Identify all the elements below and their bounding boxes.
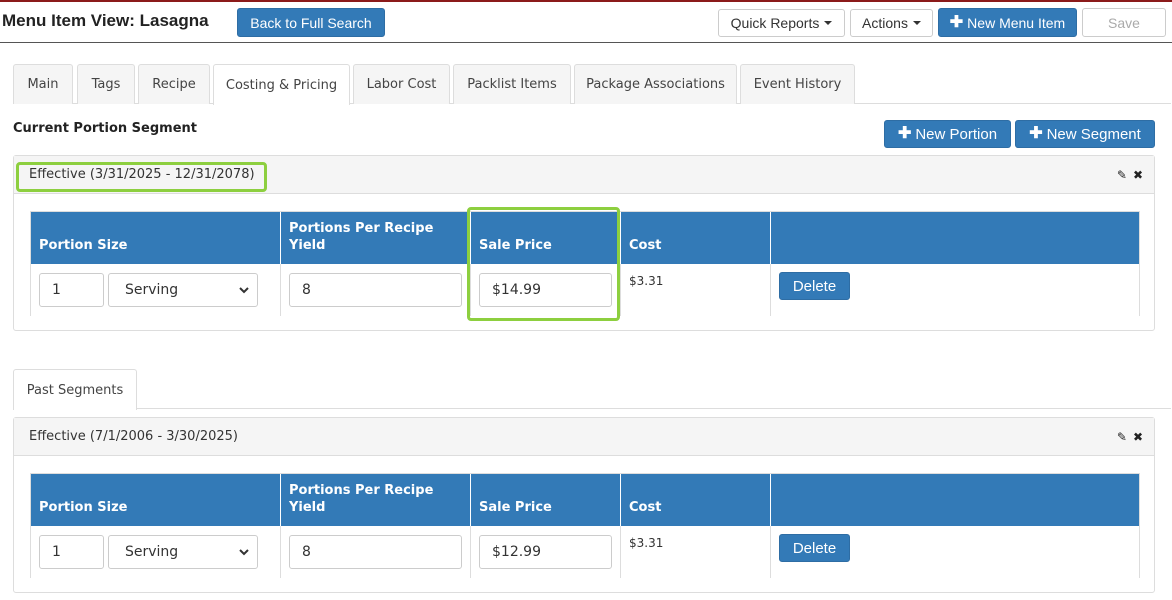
past-effective-range: Effective (7/1/2006 - 3/30/2025) [29,429,238,444]
new-portion-label: New Portion [915,125,998,143]
col-portions-per-yield: Portions Per Recipe Yield [281,474,471,526]
portion-unit-value: Serving [125,282,179,298]
col-sale-price: Sale Price [471,212,621,264]
cost-value: $3.31 [629,536,664,550]
table-row: 1 Serving 8 $14.99 $3.31 Delete [31,264,1139,316]
cost-cell: $3.31 [621,526,771,578]
back-to-search-label: Back to Full Search [250,14,372,31]
quick-reports-button[interactable]: Quick Reports [718,9,845,37]
tab-recipe[interactable]: Recipe [138,64,210,104]
tab-main[interactable]: Main [13,64,73,104]
delete-button[interactable]: Delete [779,272,850,300]
actions-cell: Delete [771,264,1141,316]
table-row: 1 Serving 8 $12.99 $3.31 Delete [31,526,1139,578]
page-header: Menu Item View: Lasagna Back to Full Sea… [0,2,1172,43]
table-header: Portion Size Portions Per Recipe Yield S… [31,212,1139,264]
col-portion-size: Portion Size [31,212,281,264]
back-to-search-button[interactable]: Back to Full Search [237,8,385,37]
sale-price-cell: $12.99 [471,526,621,578]
tab-labor-cost[interactable]: Labor Cost [353,64,450,104]
portion-size-cell: 1 Serving [31,264,281,316]
actions-cell: Delete [771,526,1141,578]
portion-qty-input[interactable]: 1 [39,273,104,307]
quick-reports-label: Quick Reports [730,15,820,31]
col-cost: Cost [621,212,771,264]
tab-package-associations[interactable]: Package Associations [574,64,737,104]
sale-price-cell: $14.99 [471,264,621,316]
portion-unit-value: Serving [125,544,179,560]
plus-icon: ✚ [897,125,912,142]
pencil-icon[interactable]: ✎ [1117,168,1127,182]
cost-value: $3.31 [629,274,664,288]
segment-actions: ✎ ✖ [1117,430,1143,444]
page-title: Menu Item View: Lasagna [2,11,209,30]
portion-qty-input[interactable]: 1 [39,535,104,569]
delete-label: Delete [792,277,837,295]
new-menu-item-label: New Menu Item [967,14,1066,31]
segment-actions: ✎ ✖ [1117,168,1143,182]
plus-icon: ✚ [1029,125,1043,142]
new-segment-button[interactable]: ✚ New Segment [1015,120,1155,148]
chevron-down-icon [239,287,249,294]
delete-label: Delete [792,539,837,557]
tab-packlist-items[interactable]: Packlist Items [453,64,571,104]
save-button[interactable]: Save [1082,8,1166,37]
current-portion-table: Portion Size Portions Per Recipe Yield S… [30,211,1140,316]
portions-per-yield-cell: 8 [281,264,471,316]
caret-down-icon [912,21,921,25]
current-segment-panel: Effective (3/31/2025 - 12/31/2078) ✎ ✖ P… [13,155,1155,331]
sale-price-input[interactable]: $14.99 [479,273,612,307]
portions-per-yield-input[interactable]: 8 [289,273,462,307]
cost-cell: $3.31 [621,264,771,316]
new-segment-label: New Segment [1046,125,1141,143]
tab-event-history[interactable]: Event History [740,64,855,104]
current-effective-range: Effective (3/31/2025 - 12/31/2078) [29,167,255,182]
past-segment-header: Effective (7/1/2006 - 3/30/2025) ✎ ✖ [14,418,1154,456]
new-menu-item-button[interactable]: ✚ New Menu Item [938,8,1077,37]
caret-down-icon [824,21,833,25]
portions-per-yield-input[interactable]: 8 [289,535,462,569]
col-cost: Cost [621,474,771,526]
tab-past-segments[interactable]: Past Segments [13,369,137,410]
save-label: Save [1108,14,1140,31]
current-segment-title: Current Portion Segment [13,121,197,136]
tab-tags[interactable]: Tags [77,64,135,104]
pencil-icon[interactable]: ✎ [1117,430,1127,444]
close-icon[interactable]: ✖ [1133,430,1143,444]
tab-bar: Main Tags Recipe Costing & Pricing Labor… [13,64,1171,105]
chevron-down-icon [239,549,249,556]
portion-size-cell: 1 Serving [31,526,281,578]
past-segment-panel: Effective (7/1/2006 - 3/30/2025) ✎ ✖ Por… [13,417,1155,593]
col-actions [771,212,1141,264]
new-portion-button[interactable]: ✚ New Portion [884,120,1011,148]
col-sale-price: Sale Price [471,474,621,526]
table-header: Portion Size Portions Per Recipe Yield S… [31,474,1139,526]
col-actions [771,474,1141,526]
current-segment-header: Effective (3/31/2025 - 12/31/2078) ✎ ✖ [14,156,1154,194]
sale-price-input[interactable]: $12.99 [479,535,612,569]
portion-unit-select[interactable]: Serving [108,535,258,569]
past-segments-tabbar: Past Segments [13,369,1171,410]
actions-label: Actions [862,15,908,31]
portions-per-yield-cell: 8 [281,526,471,578]
close-icon[interactable]: ✖ [1133,168,1143,182]
tab-costing-pricing[interactable]: Costing & Pricing [213,64,350,105]
col-portion-size: Portion Size [31,474,281,526]
delete-button[interactable]: Delete [779,534,850,562]
actions-button[interactable]: Actions [850,9,933,37]
past-portion-table: Portion Size Portions Per Recipe Yield S… [30,473,1140,578]
col-portions-per-yield: Portions Per Recipe Yield [281,212,471,264]
portion-unit-select[interactable]: Serving [108,273,258,307]
plus-icon: ✚ [949,13,964,31]
